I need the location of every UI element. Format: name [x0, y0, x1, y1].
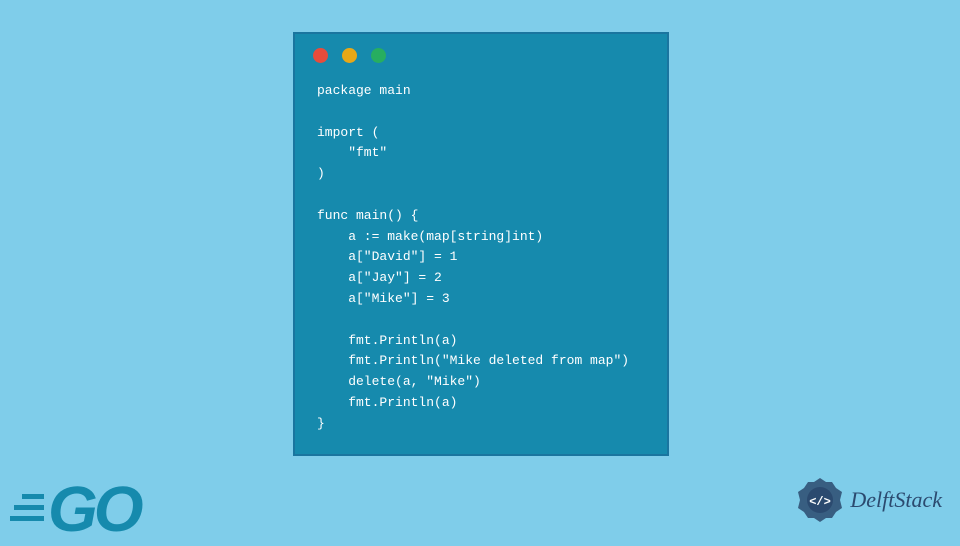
go-speed-lines-icon: [8, 494, 44, 521]
delftstack-logo-text: DelftStack: [850, 487, 942, 513]
go-logo-text: GO: [48, 472, 140, 546]
svg-text:</>: </>: [810, 495, 832, 509]
minimize-icon: [342, 48, 357, 63]
maximize-icon: [371, 48, 386, 63]
code-content: package main import ( "fmt" ) func main(…: [295, 73, 667, 443]
delftstack-badge-icon: </>: [796, 476, 844, 524]
close-icon: [313, 48, 328, 63]
window-controls: [295, 34, 667, 73]
code-window: package main import ( "fmt" ) func main(…: [293, 32, 669, 456]
delftstack-logo: </> DelftStack: [796, 476, 942, 524]
go-logo: GO: [8, 472, 140, 546]
